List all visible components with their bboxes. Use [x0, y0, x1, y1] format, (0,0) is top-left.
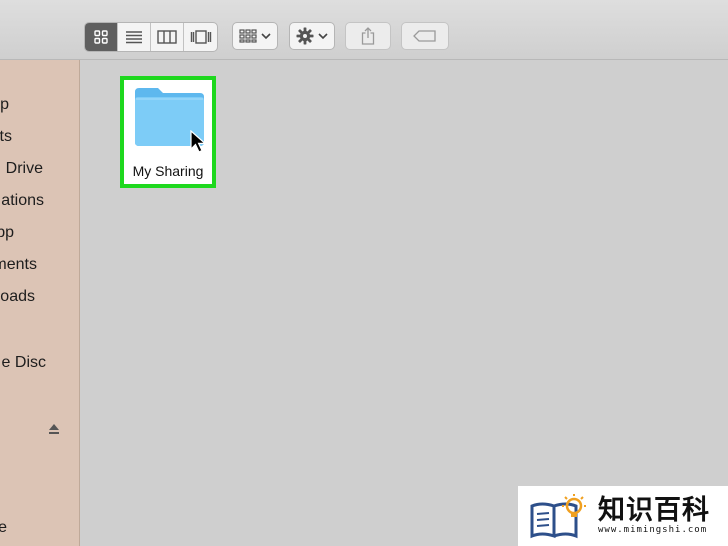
sidebar-item-icloud-drive[interactable]: Drive — [6, 160, 43, 178]
toolbar — [0, 0, 728, 60]
view-mode-switcher — [84, 22, 218, 52]
sidebar-item-label: Drive — [5, 160, 43, 177]
watermark-title: 知识百科 — [598, 495, 710, 526]
tag-icon — [413, 30, 436, 42]
file-browser-area: My Sharing — [80, 60, 728, 546]
gallery-view-icon — [190, 30, 211, 44]
sidebar-item-label: p — [0, 96, 9, 113]
chevron-down-icon — [318, 32, 328, 39]
sidebar-item-documents[interactable]: ts — [0, 128, 12, 146]
share-button[interactable] — [345, 22, 391, 50]
group-by-button[interactable] — [232, 22, 278, 50]
watermark-banner: 知识百科 www.mimingshi.com — [518, 486, 728, 546]
sidebar-item-label: e Disc — [1, 354, 46, 371]
sidebar: p ts Drive ations pp ments oads e Disc e — [0, 60, 80, 546]
sidebar-item-desktop[interactable]: p — [0, 96, 9, 114]
sidebar-item-label: oads — [0, 288, 35, 305]
list-view-icon — [126, 31, 142, 44]
sidebar-item-app[interactable]: pp — [0, 224, 14, 242]
book-lightbulb-logo-icon — [530, 494, 586, 539]
sidebar-item-label: e — [0, 519, 7, 536]
sidebar-item-label: pp — [0, 224, 14, 241]
eject-icon[interactable] — [48, 423, 60, 435]
sidebar-item-label: ments — [0, 256, 37, 273]
sidebar-item-downloads[interactable]: oads — [0, 288, 35, 306]
chevron-down-icon — [261, 32, 271, 39]
grid-icon — [239, 29, 257, 43]
gallery-view-button[interactable] — [184, 23, 217, 51]
tags-button[interactable] — [401, 22, 449, 50]
sidebar-item-applications[interactable]: ations — [1, 192, 44, 210]
column-view-icon — [157, 30, 177, 44]
sidebar-item-remote-disc[interactable]: e Disc — [2, 354, 46, 372]
list-view-button[interactable] — [118, 23, 151, 51]
sidebar-item-bottom[interactable]: e — [0, 519, 7, 537]
sidebar-item-label: ations — [1, 192, 44, 209]
watermark-url: www.mimingshi.com — [598, 525, 708, 535]
icon-view-icon — [94, 30, 108, 44]
sidebar-item-documents-2[interactable]: ments — [0, 256, 37, 274]
share-icon — [361, 27, 375, 45]
sidebar-item-label: ts — [0, 128, 12, 145]
action-menu-button[interactable] — [289, 22, 335, 50]
selected-folder-item[interactable]: My Sharing — [120, 76, 216, 188]
column-view-button[interactable] — [151, 23, 184, 51]
icon-view-button[interactable] — [85, 23, 118, 51]
mouse-cursor-icon — [190, 130, 207, 153]
folder-label: My Sharing — [132, 163, 204, 179]
gear-icon — [296, 27, 314, 45]
